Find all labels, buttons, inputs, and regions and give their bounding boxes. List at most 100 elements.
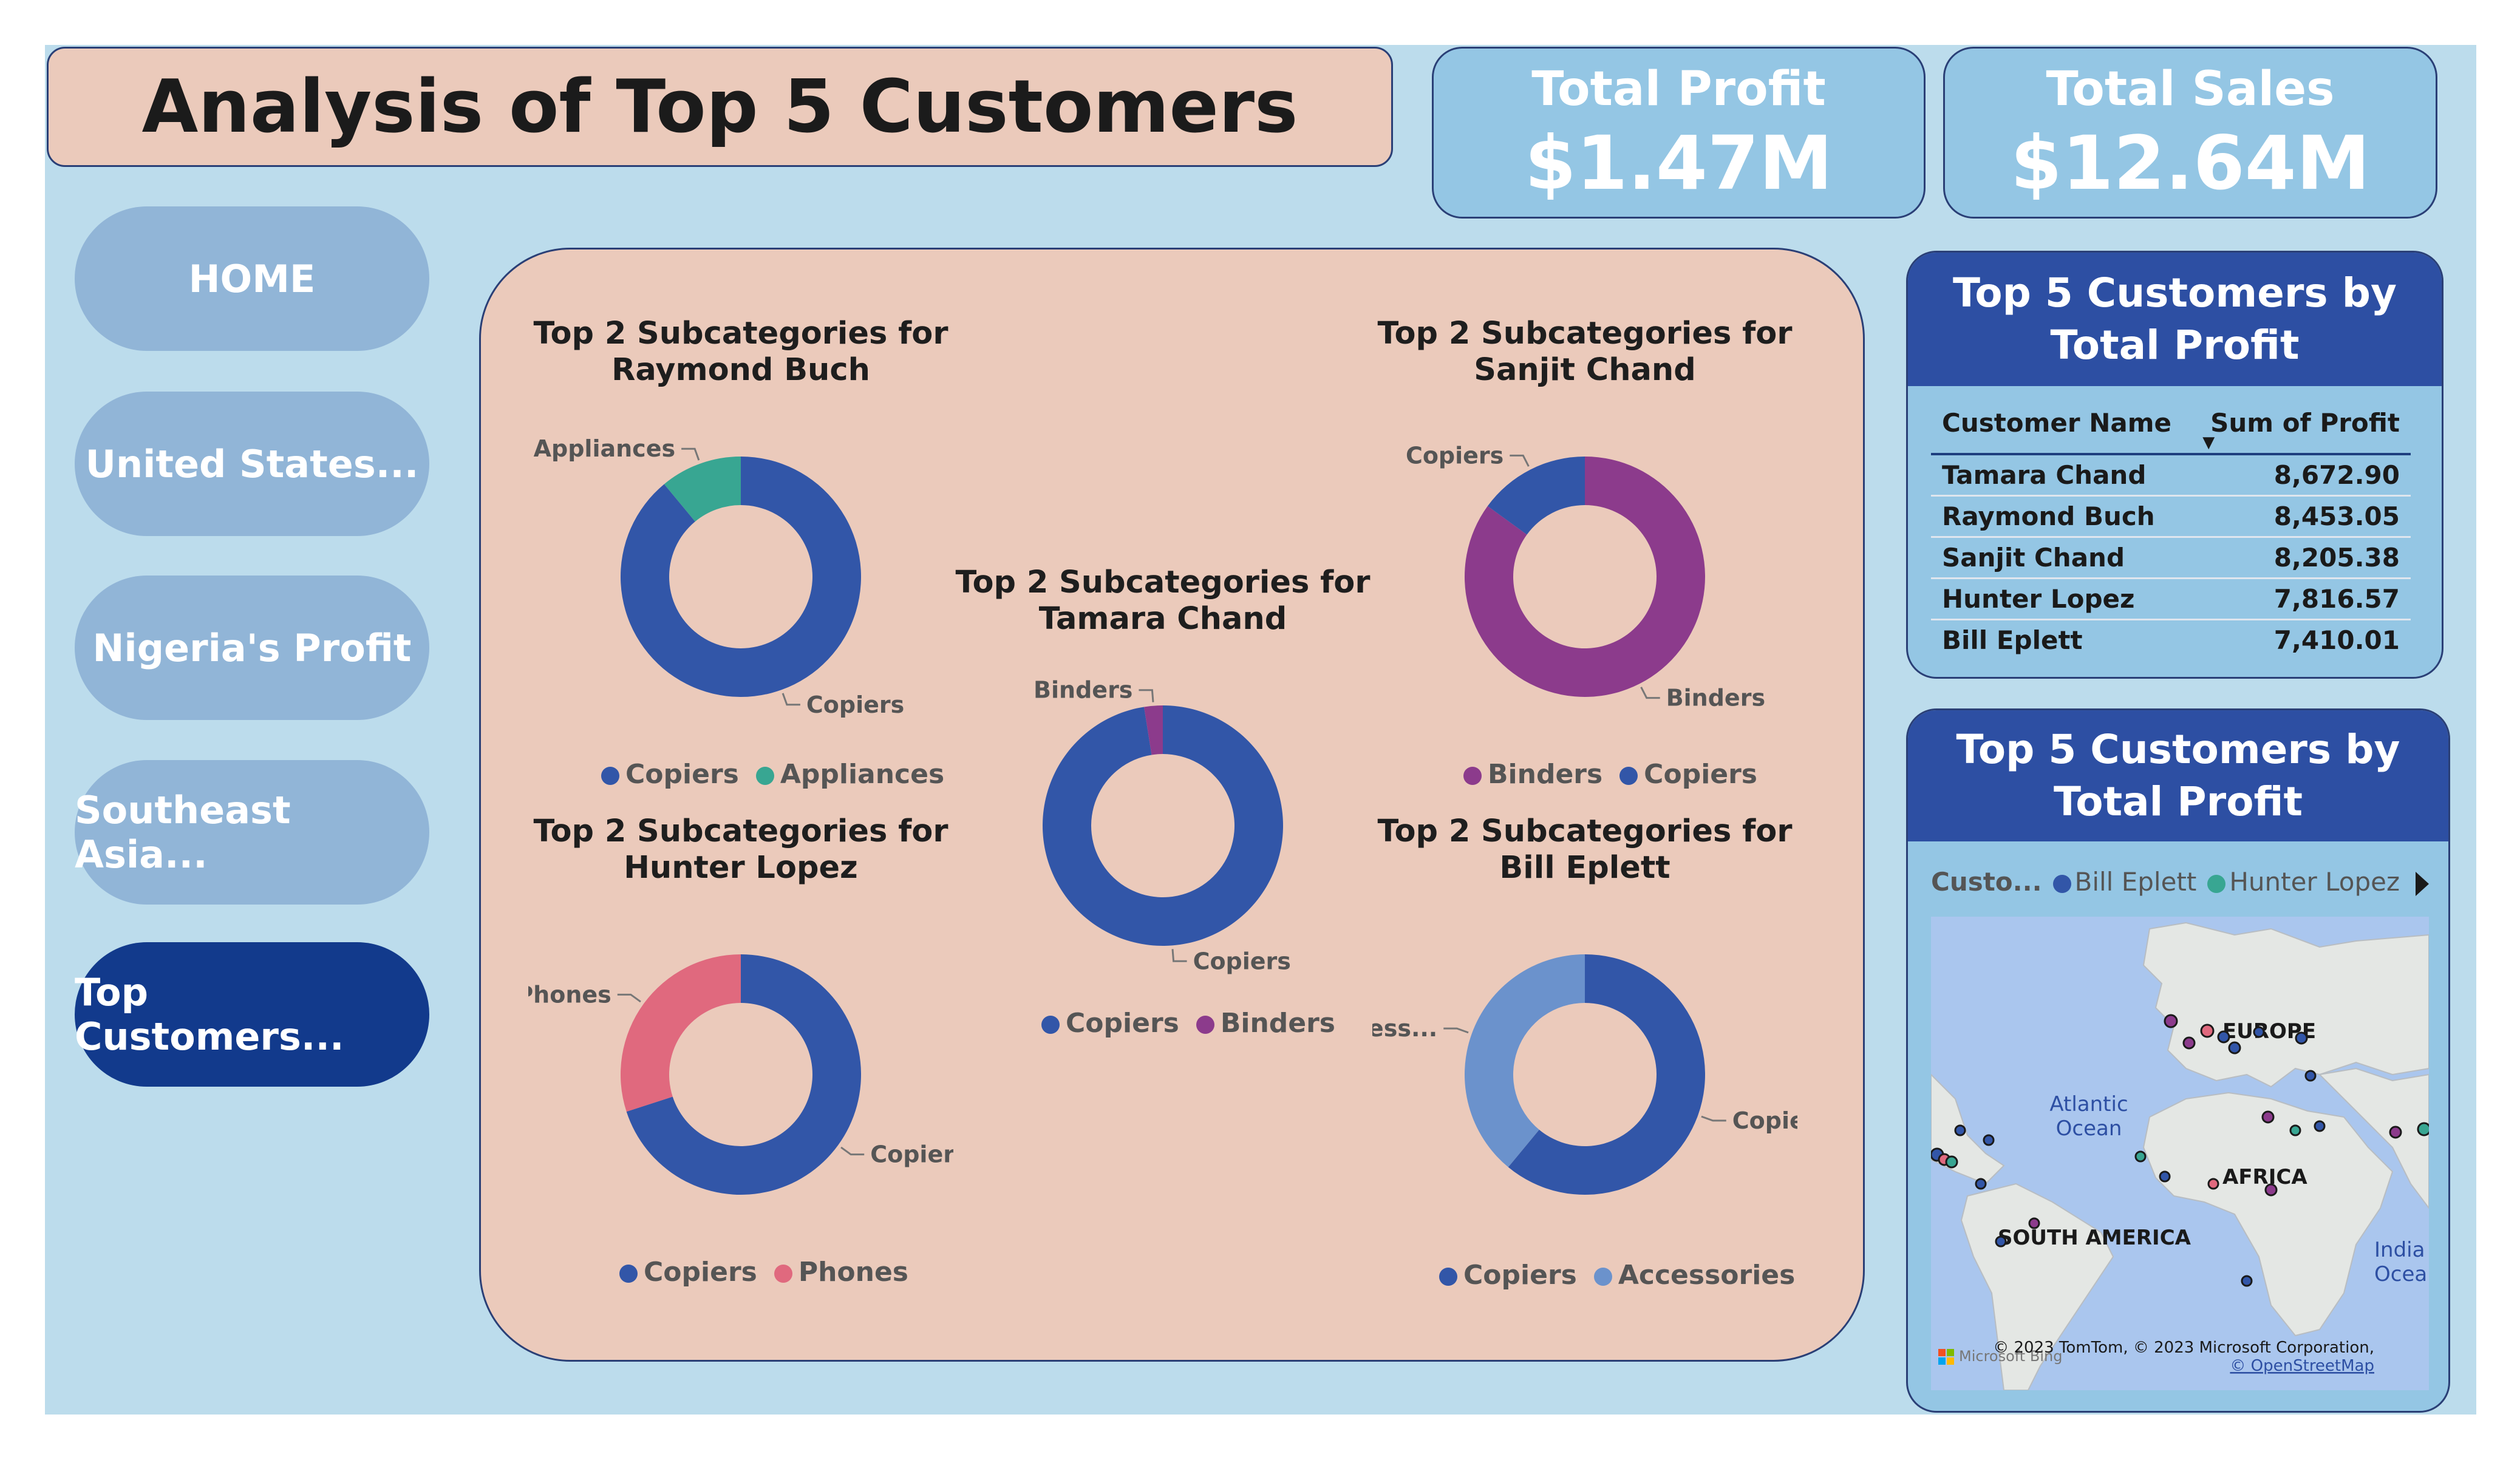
sum-of-profit-cell: 7,816.57 [2191, 578, 2411, 620]
openstreetmap-link[interactable]: © OpenStreetMap [2230, 1357, 2374, 1375]
map-point[interactable] [2289, 1124, 2301, 1136]
sum-of-profit-label: Sum of Profit [2210, 407, 2400, 438]
legend-item[interactable]: Copiers [1041, 1008, 1179, 1039]
legend-item[interactable]: Copiers [1439, 1260, 1577, 1291]
map-point[interactable] [2217, 1030, 2230, 1044]
legend-item[interactable]: Copiers [601, 759, 739, 790]
map-point[interactable] [2028, 1217, 2040, 1229]
map-legend-item-bill-eplett: Bill Eplett [2052, 867, 2197, 897]
legend-tamara-chand: Copiers Binders [1041, 1008, 1335, 1039]
total-profit-card: Total Profit $1.47M [1432, 47, 1926, 219]
table-row[interactable]: Raymond Buch 8,453.05 [1931, 495, 2411, 538]
map-point[interactable] [2261, 1110, 2275, 1124]
legend-dot-icon [755, 767, 774, 785]
nav-home-label: HOME [188, 256, 316, 301]
legend-item[interactable]: Copiers [1619, 759, 1757, 790]
legend-item[interactable]: Appliances [755, 759, 945, 790]
leader-line [1171, 949, 1187, 962]
map-legend: Custo... Bill Eplett Hunter Lopez [1931, 867, 2400, 897]
nav-top-customers-button[interactable]: Top Customers... [75, 942, 429, 1087]
leader-line [1139, 689, 1154, 702]
map-point[interactable] [2228, 1041, 2241, 1055]
map-point[interactable] [2241, 1275, 2253, 1287]
map-point[interactable] [2134, 1150, 2147, 1163]
map-label-atlantic-line1: Atlantic [2049, 1092, 2128, 1116]
top-customers-table-card: Top 5 Customers by Total Profit Customer… [1906, 251, 2443, 679]
legend-label: Bill Eplett [2074, 867, 2197, 897]
donut-chart-tamara-chand: Copiers Binders [1034, 677, 1291, 975]
legend-next-arrow-icon[interactable] [2416, 872, 2429, 896]
slice-label: Copiers [1406, 442, 1503, 469]
map-point[interactable] [2207, 1178, 2219, 1190]
map-point[interactable] [2200, 1024, 2215, 1038]
legend-item[interactable]: Phones [774, 1257, 908, 1288]
map-point[interactable] [2182, 1036, 2196, 1050]
map-point[interactable] [2264, 1183, 2278, 1197]
legend-dot-icon [1041, 1016, 1060, 1034]
nav-southeast-asia-button[interactable]: Southeast Asia... [75, 760, 429, 905]
leader-line [1443, 1027, 1469, 1034]
map-point[interactable] [1945, 1155, 1958, 1169]
map-point[interactable] [2295, 1031, 2308, 1045]
map-point[interactable] [2314, 1120, 2326, 1132]
nav-united-states-button[interactable]: United States... [75, 392, 429, 536]
map-point[interactable] [2164, 1014, 2178, 1028]
table-card-title: Top 5 Customers by Total Profit [1908, 253, 2442, 386]
nav-united-states-label: United States... [85, 441, 419, 486]
map-point[interactable] [2159, 1170, 2171, 1183]
leader-line [681, 447, 700, 461]
map-point[interactable] [2253, 1026, 2265, 1038]
legend-dot-icon [1619, 767, 1638, 785]
chart-title-tamara-chand: Top 2 Subcategories for Tamara Chand [955, 565, 1371, 637]
map-point[interactable] [1983, 1134, 1995, 1146]
map-copyright: © 2023 TomTom, © 2023 Microsoft Corporat… [1993, 1339, 2374, 1357]
customer-name-cell: Tamara Chand [1931, 454, 2192, 497]
map-point[interactable] [1995, 1235, 2007, 1248]
donut-slice-phones[interactable] [621, 954, 741, 1112]
legend-item[interactable]: Accessories [1593, 1260, 1795, 1291]
map-point[interactable] [2304, 1070, 2317, 1082]
map-label-africa: AFRICA [2222, 1165, 2307, 1189]
column-header-sum-of-profit[interactable]: Sum of Profit ▼ [2191, 392, 2411, 455]
legend-item[interactable]: Copiers [619, 1257, 757, 1288]
sum-of-profit-cell: 8,453.05 [2191, 495, 2411, 538]
map-point[interactable] [1954, 1124, 1966, 1136]
nav-nigeria-label: Nigeria's Profit [92, 625, 412, 670]
legend-label: Appliances [780, 759, 945, 790]
table-row[interactable]: Sanjit Chand 8,205.38 [1931, 537, 2411, 579]
column-header-customer-name[interactable]: Customer Name [1931, 392, 2192, 455]
leader-line [840, 1146, 865, 1156]
legend-sanjit-chand: Binders Copiers [1463, 759, 1757, 790]
top-customers-map-card: Top 5 Customers by Total Profit Custo...… [1906, 708, 2450, 1413]
map-legend-item-hunter-lopez: Hunter Lopez [2207, 867, 2400, 897]
leader-line [1510, 454, 1530, 467]
legend-item[interactable]: Binders [1196, 1008, 1335, 1039]
donut-slice-access[interactable] [1465, 954, 1585, 1167]
map-point[interactable] [1975, 1178, 1987, 1190]
nav-nigeria-button[interactable]: Nigeria's Profit [75, 576, 429, 720]
table-row[interactable]: Bill Eplett 7,410.01 [1931, 620, 2411, 661]
leader-line [1701, 1115, 1726, 1122]
legend-label: Copiers [644, 1257, 757, 1288]
europe-landmass [2142, 922, 2429, 1088]
legend-label: Binders [1488, 759, 1603, 790]
legend-hunter-lopez: Copiers Phones [619, 1257, 908, 1288]
customer-name-cell: Bill Eplett [1942, 625, 2083, 655]
total-sales-card: Total Sales $12.64M [1943, 47, 2437, 219]
legend-item[interactable]: Binders [1463, 759, 1602, 790]
legend-dot-icon [1593, 1268, 1612, 1286]
map-legend-title: Custo... [1931, 867, 2042, 897]
legend-raymond-buch: Copiers Appliances [601, 759, 944, 790]
map-point[interactable] [2417, 1122, 2429, 1136]
map-label-south-america: SOUTH AMERICA [1998, 1226, 2191, 1250]
table-row[interactable]: Hunter Lopez 7,816.57 [1931, 578, 2411, 620]
map-label-india-line2: Ocea [2374, 1262, 2427, 1286]
chart-title-hunter-lopez: Top 2 Subcategories for Hunter Lopez [533, 813, 948, 886]
world-map[interactable]: EUROPE Atlantic Ocean AFRICA SOUTH AMERI… [1931, 917, 2429, 1390]
legend-bill-eplett: Copiers Accessories [1439, 1260, 1795, 1291]
table-row[interactable]: Tamara Chand 8,672.90 [1931, 454, 2411, 497]
map-point[interactable] [2389, 1126, 2402, 1139]
map-card-title: Top 5 Customers by Total Profit [1908, 710, 2448, 841]
nav-home-button[interactable]: HOME [75, 206, 429, 351]
page-title: Analysis of Top 5 Customers [141, 64, 1298, 149]
